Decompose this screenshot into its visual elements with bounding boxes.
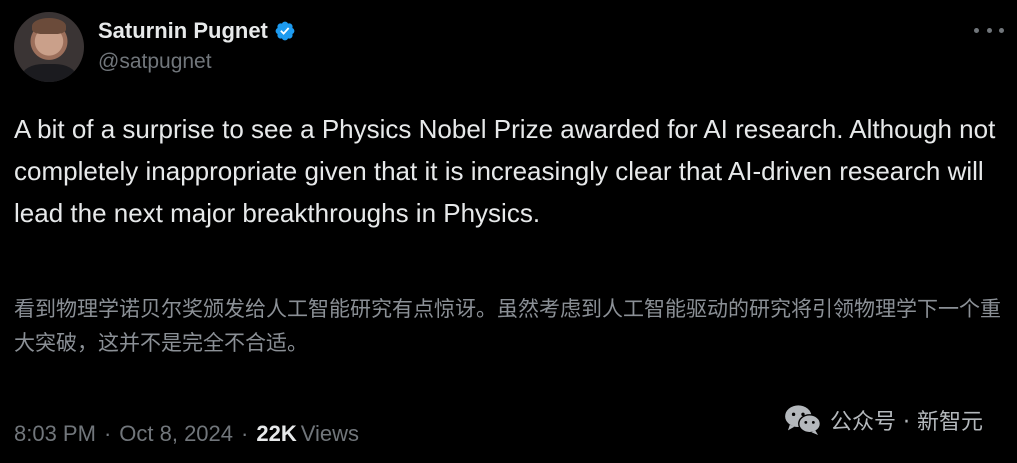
display-name-row: Saturnin Pugnet: [98, 16, 296, 46]
wechat-icon: [785, 405, 822, 436]
tweet-time[interactable]: 8:03 PM: [14, 421, 96, 447]
author-handle[interactable]: @satpugnet: [98, 50, 296, 74]
display-name[interactable]: Saturnin Pugnet: [98, 18, 268, 44]
tweet-meta: 8:03 PM · Oct 8, 2024 · 22K Views: [14, 421, 359, 447]
more-dot: [999, 27, 1004, 33]
verified-badge-icon: [275, 21, 295, 41]
tweet-text: A bit of a surprise to see a Physics Nob…: [14, 114, 996, 228]
more-options-icon[interactable]: [974, 20, 1004, 40]
views-label: Views: [300, 421, 359, 446]
meta-separator: ·: [103, 421, 112, 446]
tweet-header: Saturnin Pugnet @satpugnet: [14, 12, 1004, 84]
meta-separator: ·: [241, 421, 249, 446]
avatar[interactable]: [14, 12, 84, 82]
more-dot: [986, 27, 992, 33]
avatar-hair: [32, 18, 66, 34]
tweet-translation: 看到物理学诺贝尔奖颁发给人工智能研究有点惊讶。虽然考虑到人工智能驱动的研究将引领…: [14, 297, 1001, 355]
more-dot: [974, 27, 979, 33]
views-count: 22K: [256, 421, 297, 446]
tweet-date[interactable]: Oct 8, 2024: [119, 421, 233, 447]
avatar-shirt: [22, 64, 76, 82]
watermark: 公众号 · 新智元: [784, 404, 983, 436]
author-names: Saturnin Pugnet @satpugnet: [98, 16, 296, 74]
watermark-text: 公众号 · 新智元: [830, 410, 983, 435]
tweet-card: Saturnin Pugnet @satpugnet A bit of a su…: [0, 0, 1017, 463]
